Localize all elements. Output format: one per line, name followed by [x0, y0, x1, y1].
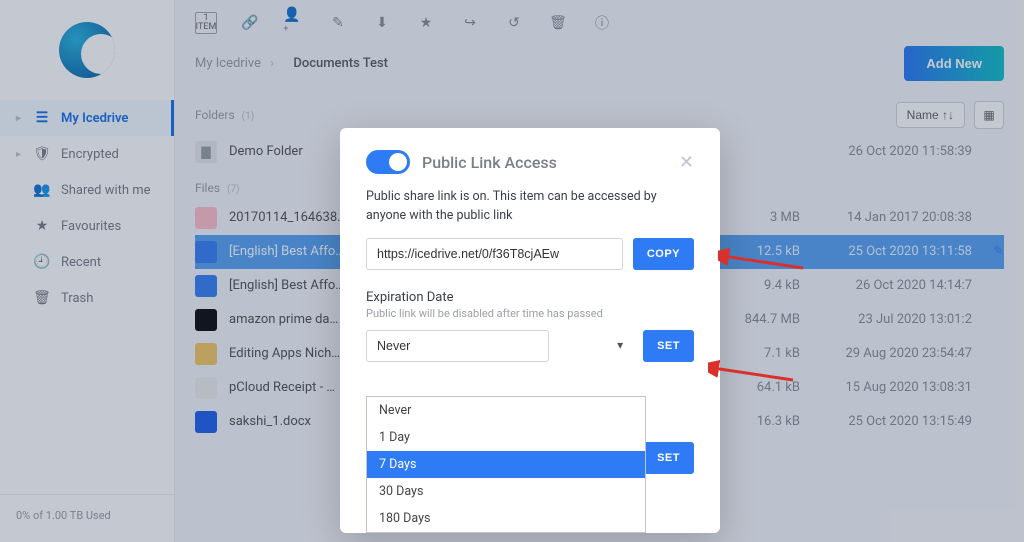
- expiration-option[interactable]: 1 Day: [367, 424, 645, 451]
- expiration-option[interactable]: 30 Days: [367, 478, 645, 505]
- modal-title: Public Link Access: [422, 153, 557, 172]
- set-password-button[interactable]: SET: [643, 442, 694, 474]
- copy-button[interactable]: COPY: [633, 238, 694, 270]
- expiration-select[interactable]: [366, 330, 549, 362]
- expiration-option[interactable]: 180 Days: [367, 505, 645, 532]
- share-link-input[interactable]: [366, 238, 623, 270]
- close-icon[interactable]: ✕: [679, 152, 694, 173]
- expiration-option[interactable]: 7 Days: [367, 451, 645, 478]
- expiration-option[interactable]: Never: [367, 397, 645, 424]
- expiration-label: Expiration Date: [366, 290, 694, 305]
- public-link-toggle[interactable]: [366, 150, 410, 174]
- expiration-hint: Public link will be disabled after time …: [366, 307, 694, 320]
- modal-description: Public share link is on. This item can b…: [366, 188, 694, 226]
- expiration-dropdown: Never1 Day7 Days30 Days180 Days: [366, 396, 646, 533]
- set-expiration-button[interactable]: SET: [643, 330, 694, 362]
- public-link-modal: Public Link Access ✕ Public share link i…: [340, 128, 720, 533]
